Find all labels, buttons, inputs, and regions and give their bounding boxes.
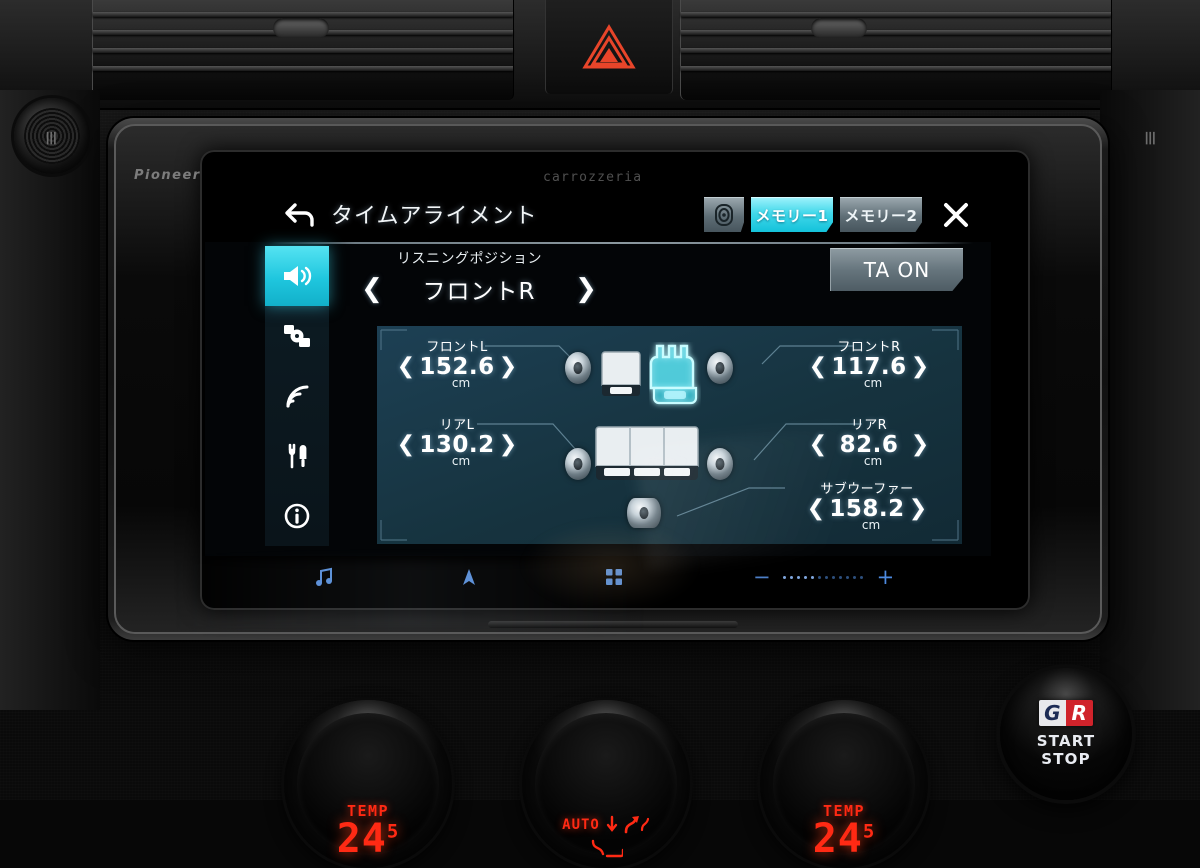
speaker-label-front-right: フロントR (837, 340, 901, 355)
apps-grid-icon (606, 569, 622, 585)
speaker-cone-subwoofer (627, 498, 661, 528)
dash-side-panel-right: ≡ (1100, 90, 1200, 710)
speaker-cone-rear-left (565, 448, 591, 480)
speaker-cone-rear-right (707, 448, 733, 480)
stop-label: STOP (1041, 750, 1091, 768)
infotainment-screen: タイムアライメント メモリー1 メモリー2 リスニングポジション ❮ フロントR… (205, 186, 991, 598)
start-label: START (1036, 732, 1096, 750)
vent-knob-left[interactable] (273, 18, 329, 38)
ta-on-button[interactable]: TA ON (830, 248, 963, 291)
speaker-label-rear-right: リアR (850, 418, 888, 433)
listening-position-row: ❮ フロントR ❯ (355, 272, 685, 306)
front-left-increment[interactable]: ❯ (495, 356, 521, 378)
climate-auto-label: AUTO (562, 817, 600, 833)
music-note-icon (316, 567, 332, 586)
climate-dial-left[interactable]: TEMP 245 (284, 700, 452, 868)
rear-right-increment[interactable]: ❯ (907, 434, 933, 456)
seat-front-left (601, 351, 641, 396)
speaker-label-rear-left: リアL (439, 418, 475, 433)
brand-carrozzeria: carrozzeria (543, 170, 643, 185)
speaker-control-rear-left: リアL ❮ 130.2 ❯ cm (383, 414, 531, 468)
listening-position-value: フロントR (422, 279, 536, 305)
car-position-icon (715, 204, 733, 226)
speaker-control-front-right: フロントR ❮ 117.6 ❯ cm (795, 336, 943, 390)
music-button[interactable] (315, 567, 333, 587)
header-actions: メモリー1 メモリー2 (704, 197, 971, 232)
navigation-button[interactable] (461, 567, 477, 587)
page-title: タイムアライメント (331, 204, 538, 229)
speaker-cone-front-left (565, 352, 591, 384)
memory-2-button[interactable]: メモリー2 (840, 197, 922, 232)
screen-bottom-bar: − + (205, 556, 991, 598)
gr-logo-r: R (1065, 700, 1093, 726)
air-vent-right (680, 0, 1112, 100)
speaker-label-subwoofer: サブウーファー (820, 482, 914, 497)
rear-left-increment[interactable]: ❯ (495, 434, 521, 456)
head-unit-bottom-lip (488, 621, 738, 628)
climate-dial-center[interactable]: AUTO (522, 700, 690, 868)
listening-position-next[interactable]: ❯ (569, 276, 603, 302)
screen-sidebar (265, 246, 329, 546)
screen-header: タイムアライメント メモリー1 メモリー2 (205, 186, 991, 242)
seat-rear-bench (595, 426, 699, 480)
speaker-control-front-left: フロントL ❮ 152.6 ❯ cm (383, 336, 531, 390)
brand-pioneer: Pioneer (134, 168, 201, 183)
tools-icon (288, 443, 307, 469)
back-arrow-icon[interactable] (283, 199, 317, 229)
front-right-decrement[interactable]: ❮ (805, 356, 831, 378)
sidebar-item-settings[interactable] (265, 426, 329, 486)
volume-level-indicator[interactable] (782, 575, 863, 579)
vent-knob-right[interactable] (811, 18, 867, 38)
defrost-icon (591, 839, 623, 858)
dash-side-panel-left: ≡ (0, 90, 100, 710)
apps-button[interactable] (605, 568, 623, 586)
speaker-control-subwoofer: サブウーファー ❮ 158.2 ❯ cm (783, 478, 951, 532)
air-vent-left (92, 0, 514, 100)
rear-right-decrement[interactable]: ❮ (805, 434, 831, 456)
signal-waves-icon (286, 385, 309, 408)
gr-logo: G R (1039, 700, 1093, 726)
engine-start-stop-button[interactable]: G R START STOP (1000, 668, 1132, 800)
close-x-icon[interactable] (941, 200, 971, 230)
volume-up-button[interactable]: + (877, 566, 895, 588)
rear-left-decrement[interactable]: ❮ (393, 434, 419, 456)
volume-down-button[interactable]: − (753, 566, 771, 588)
speaker-label-front-left: フロントL (426, 340, 488, 355)
hazard-triangle-icon (582, 24, 636, 69)
climate-left-value: 245 (336, 816, 400, 862)
airflow-icon (606, 815, 649, 834)
front-left-decrement[interactable]: ❮ (393, 356, 419, 378)
speaker-control-rear-right: リアR ❮ 82.6 ❯ cm (795, 414, 943, 468)
header-divider (271, 242, 973, 244)
speaker-diagram-panel: フロントL ❮ 152.6 ❯ cm リアL ❮ 130.2 ❯ cm フロント… (377, 326, 962, 544)
sidebar-item-information[interactable] (265, 486, 329, 546)
sidebar-item-audio[interactable] (265, 246, 329, 306)
climate-dial-right[interactable]: TEMP 245 (760, 700, 928, 868)
sidebar-item-source[interactable] (265, 306, 329, 366)
climate-auto-row: AUTO (562, 814, 650, 836)
air-vent-strip (0, 0, 1200, 110)
speaker-cone-front-right (707, 352, 733, 384)
sidebar-item-wireless[interactable] (265, 366, 329, 426)
listening-position-label: リスニングポジション (397, 251, 542, 267)
media-source-icon (284, 325, 310, 347)
info-icon (284, 503, 310, 529)
car-position-button[interactable] (704, 197, 744, 232)
subwoofer-decrement[interactable]: ❮ (803, 498, 829, 520)
listening-position-control: リスニングポジション ❮ フロントR ❯ (355, 248, 685, 306)
memory-1-button[interactable]: メモリー1 (751, 197, 833, 232)
subwoofer-increment[interactable]: ❯ (905, 498, 931, 520)
gr-logo-g: G (1039, 700, 1066, 726)
navigation-arrow-icon (463, 569, 475, 585)
hazard-light-button[interactable] (545, 0, 673, 94)
speaker-icon (284, 266, 312, 286)
listening-position-prev[interactable]: ❮ (355, 276, 389, 302)
front-right-increment[interactable]: ❯ (907, 356, 933, 378)
climate-right-value: 245 (812, 816, 876, 862)
seat-front-right-highlighted (649, 344, 698, 405)
